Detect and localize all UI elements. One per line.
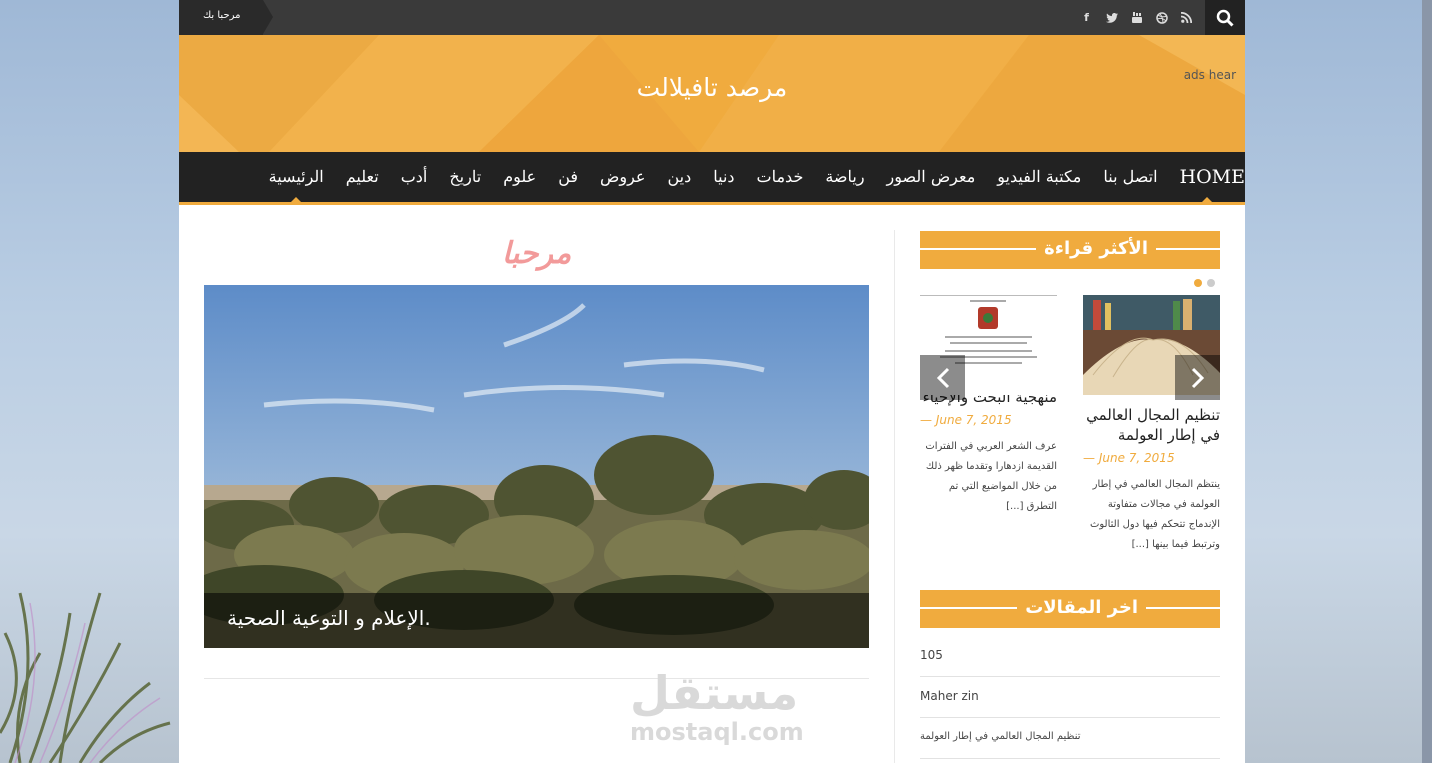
youtube-icon[interactable] xyxy=(1124,0,1149,35)
sidebar-divider xyxy=(894,230,895,763)
card-excerpt: ينتظم المجال العالمي في إطار العولمة في … xyxy=(1089,479,1220,550)
nav-item-education[interactable]: تعليم xyxy=(335,152,390,202)
nav-item-sports[interactable]: رياضة xyxy=(814,152,875,202)
most-read-title: الأكثر قراءة xyxy=(1036,238,1156,259)
nav-item-contact[interactable]: اتصل بنا xyxy=(1092,152,1168,202)
latest-articles-list: 105 Maher zin تنظيم المجال العالمي في إط… xyxy=(920,636,1220,759)
nav-item-video-library[interactable]: مكتبة الفيديو xyxy=(986,152,1092,202)
nav-item-art[interactable]: فن xyxy=(547,152,589,202)
latest-widget-title: اخر المقالات xyxy=(920,590,1220,628)
watermark-logo: مستقل xyxy=(630,666,799,720)
background-sky-right xyxy=(1422,0,1432,763)
nav-item-main[interactable]: الرئيسية xyxy=(258,152,335,202)
welcome-tab: مرحبا بك xyxy=(179,0,273,35)
chevron-right-icon xyxy=(1191,367,1204,388)
most-read-widget-title: الأكثر قراءة xyxy=(920,231,1220,269)
nav-item-science[interactable]: علوم xyxy=(492,152,547,202)
list-item[interactable]: تنظيم المجال العالمي في إطار العولمة xyxy=(920,718,1220,759)
carousel-dots xyxy=(1194,279,1215,287)
most-read-card[interactable]: منهجية البحث والإحياء — June 7, 2015 عرف… xyxy=(920,295,1057,517)
rss-icon[interactable] xyxy=(1174,0,1199,35)
nav-item-literature[interactable]: أدب xyxy=(390,152,439,202)
list-item[interactable]: 105 xyxy=(920,636,1220,677)
twitter-icon[interactable] xyxy=(1099,0,1124,35)
social-links: f xyxy=(1074,0,1245,35)
card-excerpt: عرف الشعر العربي في الفترات القديمة ازده… xyxy=(925,441,1057,512)
facebook-icon[interactable]: f xyxy=(1074,0,1099,35)
nav-item-history[interactable]: تاريخ xyxy=(438,152,492,202)
site-header: ads hear مرصد تافيلالت xyxy=(179,35,1245,152)
search-button[interactable] xyxy=(1205,0,1245,35)
nav-item-world[interactable]: دنيا xyxy=(702,152,745,202)
list-item[interactable]: Maher zin xyxy=(920,677,1220,718)
carousel-next-button[interactable] xyxy=(1175,355,1220,400)
card-date-text: June 7, 2015 xyxy=(935,413,1012,427)
hero-caption[interactable]: الإعلام و التوعية الصحية. xyxy=(204,593,869,648)
card-date: — June 7, 2015 xyxy=(920,413,1012,427)
page-container: مرحبا بك f ads hear مرصد تافيلالت HOME ا… xyxy=(179,0,1245,763)
watermark-url: mostaql.com xyxy=(630,718,804,746)
top-bar: مرحبا بك f xyxy=(179,0,1245,35)
site-title[interactable]: مرصد تافيلالت xyxy=(179,73,1245,102)
search-icon xyxy=(1216,9,1234,27)
dribbble-icon[interactable] xyxy=(1149,0,1174,35)
nav-item-services[interactable]: خدمات xyxy=(746,152,815,202)
nav-item-religion[interactable]: دين xyxy=(656,152,702,202)
card-title[interactable]: تنظيم المجال العالمي في إطار العولمة xyxy=(1083,405,1220,445)
hero-caption-text[interactable]: الإعلام و التوعية الصحية. xyxy=(227,606,869,630)
most-read-card[interactable]: تنظيم المجال العالمي في إطار العولمة — J… xyxy=(1083,295,1220,555)
main-nav: HOME اتصل بنا مكتبة الفيديو معرض الصور ر… xyxy=(179,152,1245,205)
card-date-text: June 7, 2015 xyxy=(1098,451,1175,465)
page-title: مرحبا xyxy=(501,236,572,271)
welcome-text: مرحبا بك xyxy=(203,10,241,21)
latest-title: اخر المقالات xyxy=(1017,597,1146,618)
chevron-left-icon xyxy=(936,367,949,388)
nav-item-home[interactable]: HOME xyxy=(1169,152,1245,202)
carousel-prev-button[interactable] xyxy=(920,355,965,400)
nav-item-prosody[interactable]: عروض xyxy=(589,152,656,202)
background-palm-image xyxy=(0,592,171,763)
nav-item-gallery[interactable]: معرض الصور xyxy=(876,152,987,202)
carousel-dot-1[interactable] xyxy=(1194,279,1202,287)
card-date: — June 7, 2015 xyxy=(1083,451,1175,465)
carousel-dot-2[interactable] xyxy=(1207,279,1215,287)
featured-slider[interactable]: الإعلام و التوعية الصحية. xyxy=(204,285,869,648)
